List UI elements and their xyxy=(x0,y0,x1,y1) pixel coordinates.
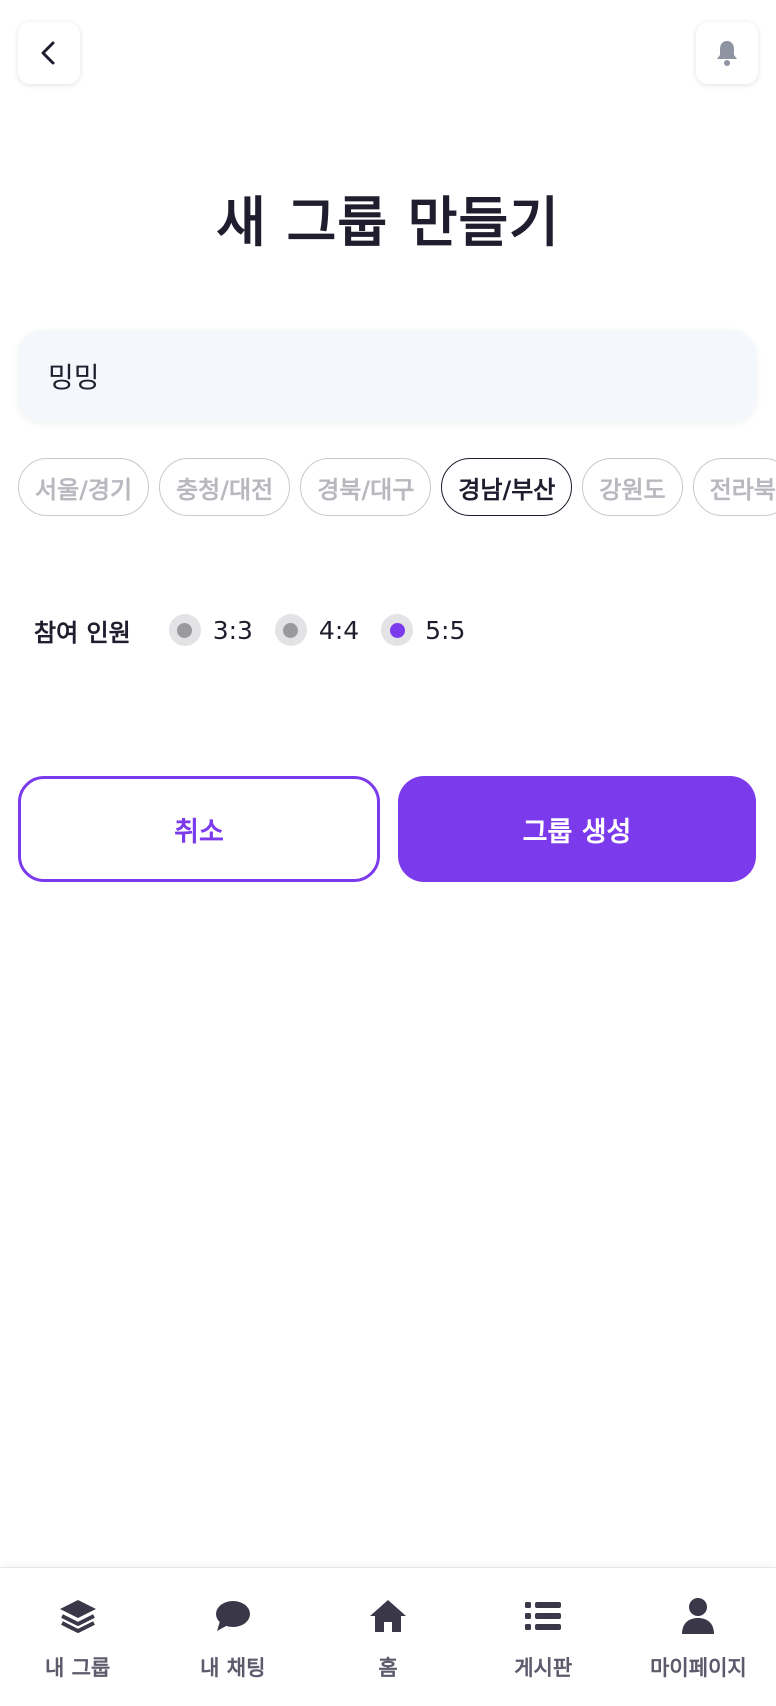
back-button[interactable] xyxy=(18,22,80,84)
member-option-label: 3:3 xyxy=(212,615,253,645)
radio-button[interactable] xyxy=(168,614,201,646)
nav-label: 내 채팅 xyxy=(200,1656,266,1680)
nav-item-my-chat[interactable]: 내 채팅 xyxy=(155,1568,310,1706)
home-icon xyxy=(369,1596,407,1636)
region-chip-gangwon[interactable]: 강원도 xyxy=(582,458,683,516)
region-chip-chungcheong-daejeon[interactable]: 충청/대전 xyxy=(159,458,291,516)
member-option-5v5[interactable]: 5:5 xyxy=(381,614,465,646)
member-count-group: 참여 인원 3:3 4:4 5:5 xyxy=(34,612,487,648)
group-name-field[interactable] xyxy=(18,330,756,422)
group-name-input[interactable] xyxy=(48,330,728,422)
nav-item-my-page[interactable]: 마이페이지 xyxy=(621,1568,776,1706)
nav-item-board[interactable]: 게시판 xyxy=(466,1568,621,1706)
region-chip-gyeongnam-busan[interactable]: 경남/부산 xyxy=(441,458,573,516)
region-chip-jeolla-buk[interactable]: 전라북 xyxy=(692,458,776,516)
nav-label: 마이페이지 xyxy=(650,1656,747,1680)
list-icon xyxy=(524,1596,562,1636)
chevron-left-icon xyxy=(41,41,55,65)
nav-label: 홈 xyxy=(378,1656,398,1680)
page-title: 새 그룹 만들기 xyxy=(216,191,560,254)
member-option-label: 4:4 xyxy=(318,615,360,645)
user-icon xyxy=(680,1596,716,1636)
nav-label: 내 그룹 xyxy=(44,1656,111,1680)
region-chip-seoul-gyeonggi[interactable]: 서울/경기 xyxy=(18,458,150,516)
bottom-nav: 내 그룹 내 채팅 홈 게시판 마이페이지 xyxy=(0,1567,776,1706)
layers-icon xyxy=(58,1596,98,1636)
nav-label: 게시판 xyxy=(514,1656,573,1680)
nav-item-my-group[interactable]: 내 그룹 xyxy=(0,1568,155,1706)
member-option-4v4[interactable]: 4:4 xyxy=(274,614,360,646)
radio-button[interactable] xyxy=(274,614,307,646)
cancel-button[interactable]: 취소 xyxy=(18,776,380,882)
notification-button[interactable] xyxy=(696,22,758,84)
bell-icon xyxy=(717,41,737,66)
region-selector: 서울/경기 충청/대전 경북/대구 경남/부산 강원도 전라북 xyxy=(18,458,776,520)
chat-bubble-icon xyxy=(214,1596,252,1636)
member-option-label: 5:5 xyxy=(425,615,466,645)
create-group-button[interactable]: 그룹 생성 xyxy=(398,776,756,882)
member-option-3v3[interactable]: 3:3 xyxy=(168,614,253,646)
nav-item-home[interactable]: 홈 xyxy=(310,1568,465,1706)
radio-button[interactable] xyxy=(381,614,414,646)
member-count-label: 참여 인원 xyxy=(34,618,131,647)
region-chip-gyeongbuk-daegu[interactable]: 경북/대구 xyxy=(300,458,432,516)
